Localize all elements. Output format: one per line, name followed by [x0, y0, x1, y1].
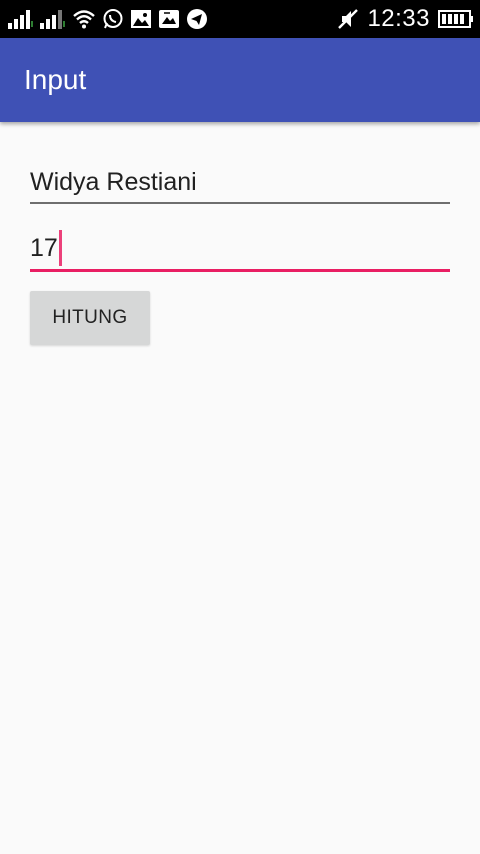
whatsapp-icon [102, 8, 124, 30]
status-right: 12:33 [337, 5, 474, 33]
image-icon [130, 9, 152, 29]
name-field-value: Widya Restiani [30, 168, 197, 196]
signal-icon [8, 9, 34, 29]
signal-icon [40, 9, 66, 29]
text-cursor [58, 230, 62, 266]
wifi-icon [72, 9, 96, 29]
age-field[interactable]: 17 [30, 230, 450, 272]
hitung-button[interactable]: HITUNG [30, 291, 150, 345]
mute-icon [337, 8, 359, 30]
status-time: 12:33 [367, 5, 430, 32]
telegram-icon [186, 8, 208, 30]
name-field[interactable]: Widya Restiani [30, 166, 450, 204]
age-field-value: 17 [30, 234, 58, 262]
status-left [8, 8, 208, 30]
status-bar: 12:33 [0, 0, 480, 38]
battery-icon [438, 9, 474, 29]
gallery-icon [158, 9, 180, 29]
app-title: Input [24, 64, 87, 95]
app-bar: Input [0, 38, 480, 122]
